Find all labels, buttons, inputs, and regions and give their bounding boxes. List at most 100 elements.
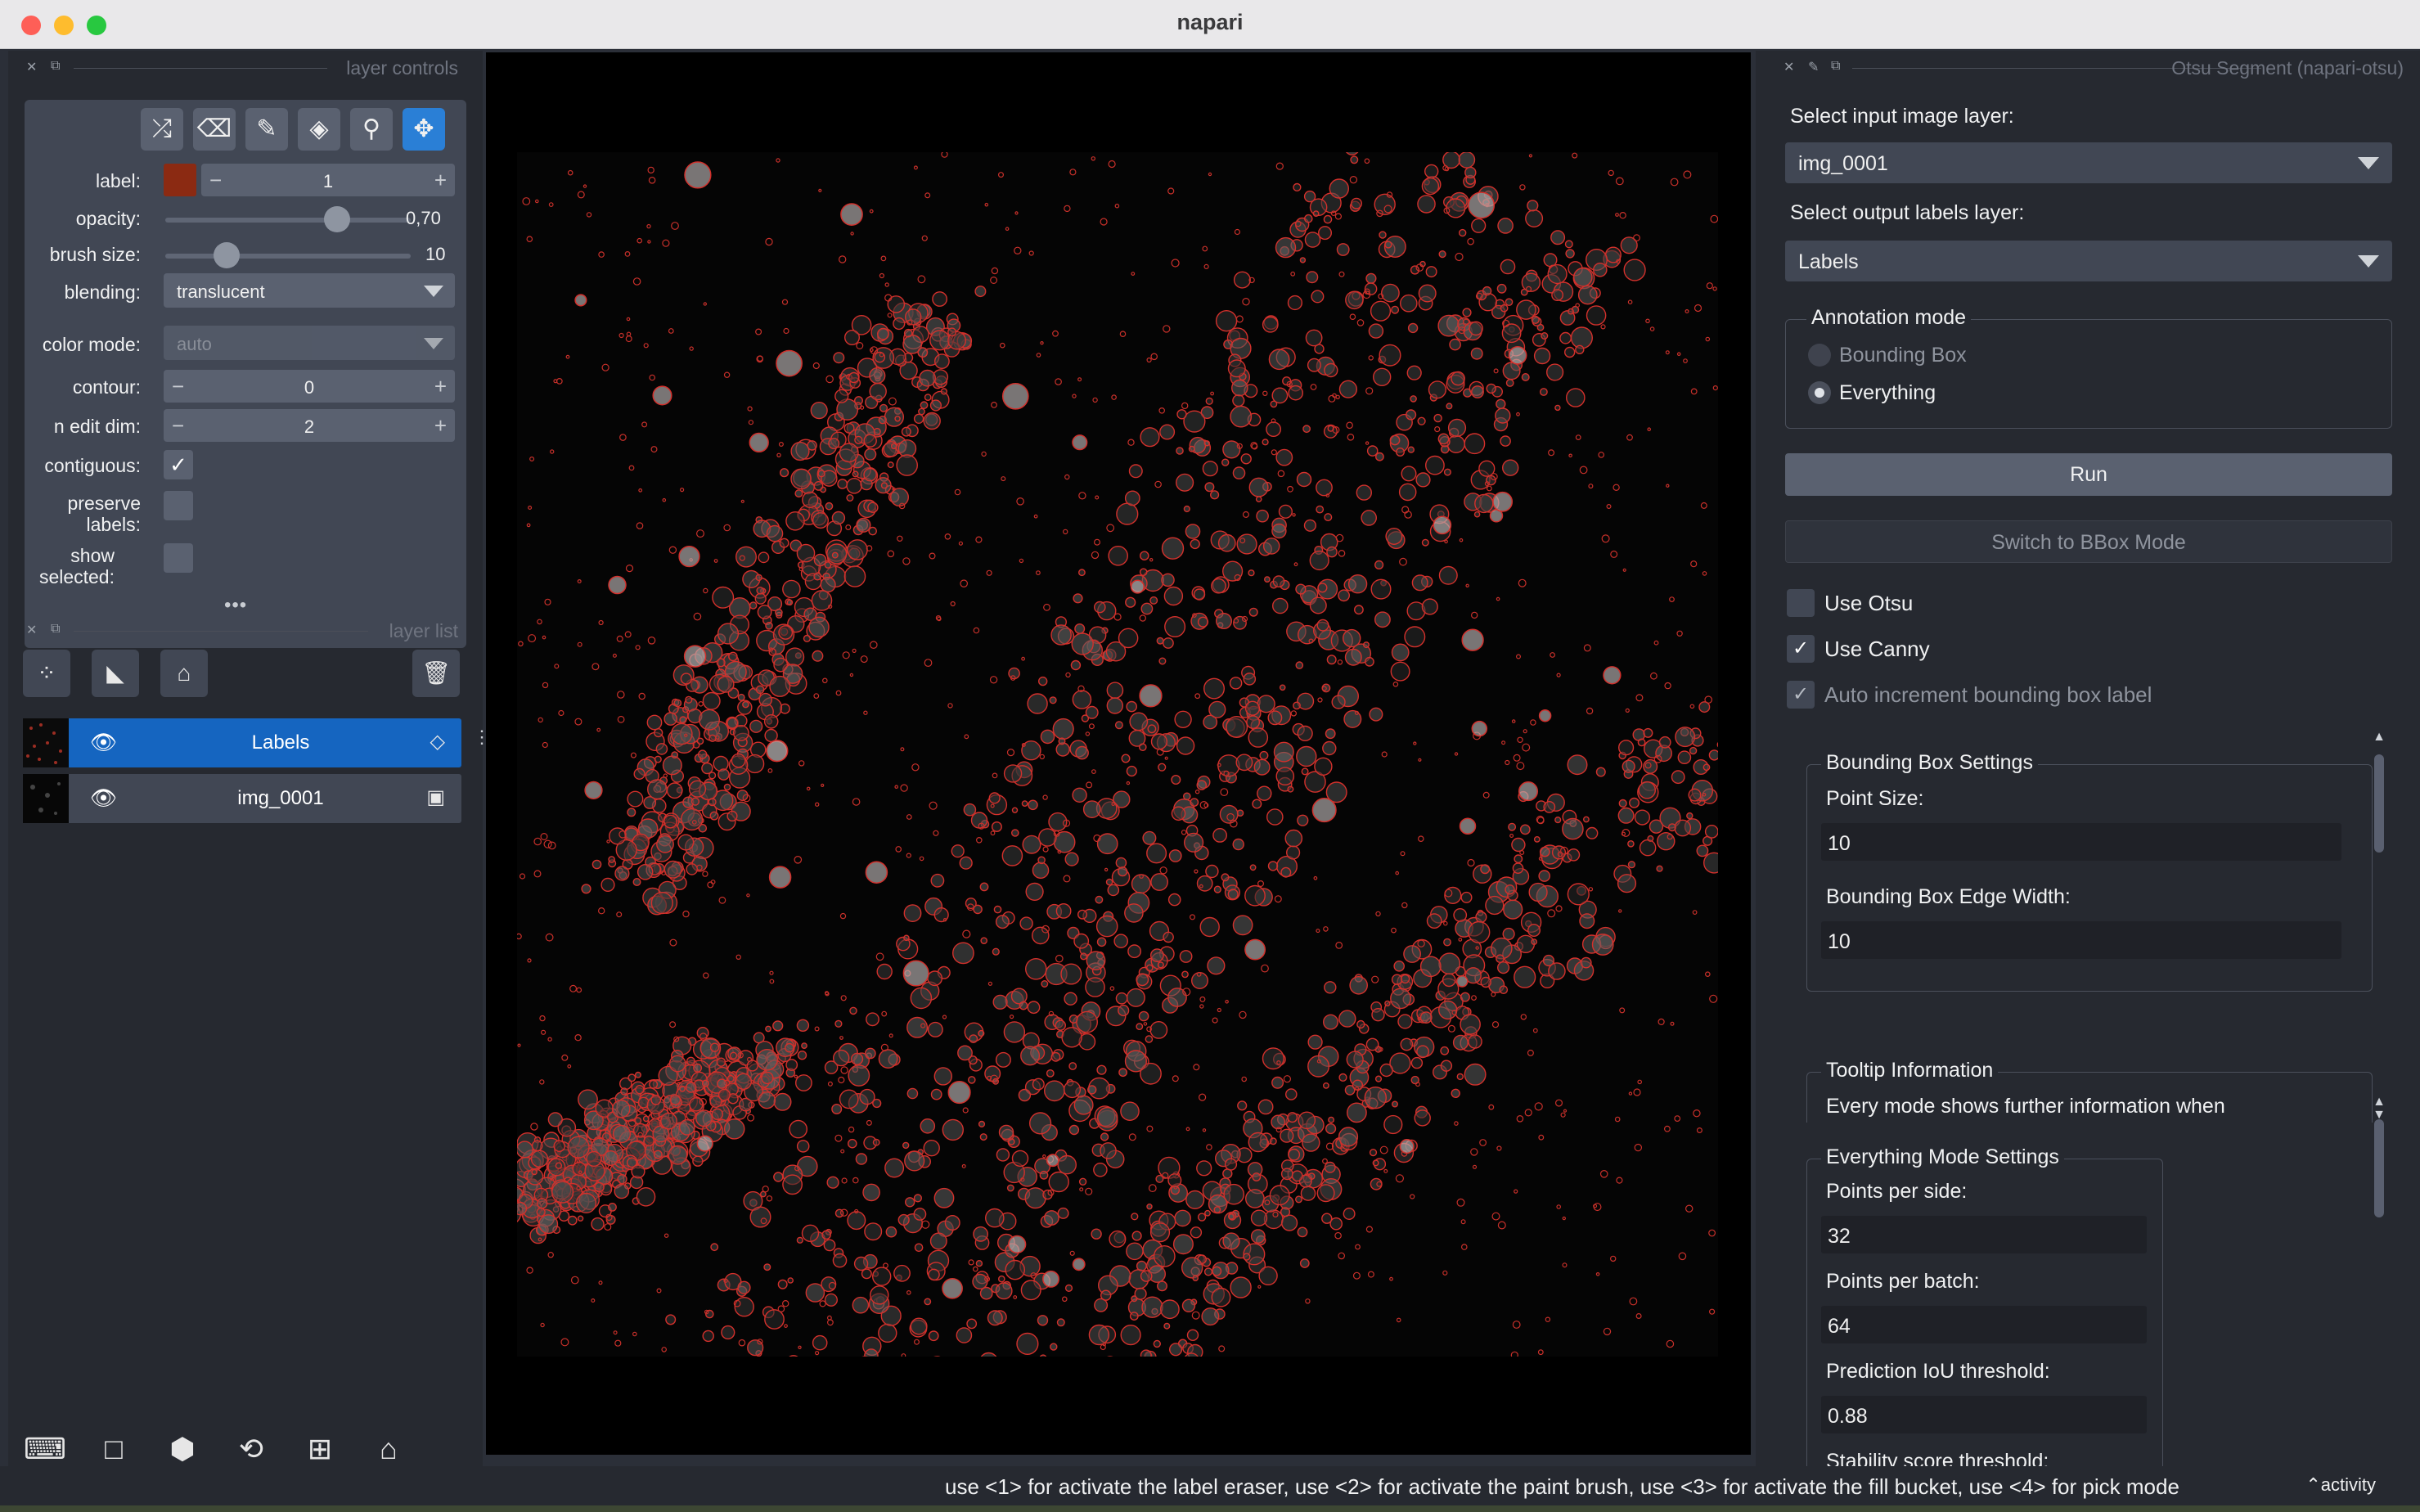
contour-spinbox[interactable]: − 0 +: [164, 370, 455, 403]
float-dock-icon[interactable]: ✎: [1808, 59, 1819, 75]
float-dock-icon[interactable]: ⧉: [51, 622, 60, 637]
chevron-down-icon: [2358, 157, 2379, 169]
scroll-thumb[interactable]: [2374, 754, 2384, 853]
title-bar: napari: [0, 0, 2420, 49]
new-points-layer-button[interactable]: ⁘: [23, 650, 70, 697]
brush-size-slider-handle[interactable]: [214, 242, 240, 268]
points-per-side-field[interactable]: 32: [1821, 1216, 2147, 1253]
float-dock-icon[interactable]: ⧉: [51, 59, 60, 74]
opacity-slider-handle[interactable]: [324, 206, 350, 232]
blending-select[interactable]: translucent: [164, 273, 455, 308]
brush-size-slider[interactable]: [165, 254, 411, 259]
layer-row-img-0001[interactable]: 👁 img_0001 ▣: [23, 774, 461, 823]
input-layer-label: Select input image layer:: [1790, 105, 2014, 128]
iou-threshold-value: 0.88: [1828, 1405, 1868, 1428]
layer-thumbnail: [23, 774, 69, 823]
picker-icon[interactable]: ⚲: [350, 108, 393, 151]
visibility-eye-icon[interactable]: 👁: [90, 730, 117, 755]
show-selected-checkbox[interactable]: [164, 543, 193, 573]
point-size-field[interactable]: 10: [1821, 823, 2341, 861]
brush-icon[interactable]: ✎: [245, 108, 288, 151]
point-size-value: 10: [1828, 832, 1851, 855]
switch-bbox-mode-button[interactable]: Switch to BBox Mode: [1785, 520, 2392, 563]
increment-icon[interactable]: +: [434, 374, 447, 399]
label-color-swatch[interactable]: [164, 164, 196, 196]
eraser-icon[interactable]: ⌫: [193, 108, 236, 151]
visibility-eye-icon[interactable]: 👁: [90, 785, 117, 811]
close-dock-icon[interactable]: ✕: [26, 622, 37, 638]
label-label: label:: [96, 170, 141, 191]
input-layer-select[interactable]: img_0001: [1785, 142, 2392, 183]
new-shapes-layer-button[interactable]: ◣: [92, 650, 139, 697]
label-tag-icon: ◇: [430, 731, 445, 753]
contiguous-checkbox[interactable]: ✓: [164, 450, 193, 479]
edge-width-field[interactable]: 10: [1821, 921, 2341, 959]
close-dock-icon[interactable]: ✕: [26, 59, 37, 75]
image-display[interactable]: [517, 152, 1718, 1357]
everything-settings-scroll-area[interactable]: Everything Mode Settings Points per side…: [1788, 1124, 2369, 1468]
use-otsu-checkbox[interactable]: [1787, 589, 1815, 617]
segmentation-overlay: [517, 152, 1718, 1357]
run-button[interactable]: Run: [1785, 453, 2392, 496]
move-icon[interactable]: ✥: [403, 108, 445, 151]
close-dock-icon[interactable]: ✕: [1784, 59, 1794, 75]
output-layer-select[interactable]: Labels: [1785, 241, 2392, 281]
opacity-label: opacity:: [75, 208, 141, 229]
napari-window: napari ✕ ⧉ layer controls ⤮ ⌫ ✎ ◈ ⚲ ✥ la…: [0, 0, 2420, 1512]
iou-threshold-label: Prediction IoU threshold:: [1826, 1360, 2050, 1383]
scroll-up-icon[interactable]: ▲: [2371, 730, 2387, 745]
points-per-batch-field[interactable]: 64: [1821, 1306, 2147, 1343]
new-labels-layer-button[interactable]: ⌂: [160, 650, 208, 697]
layer-controls-title: layer controls: [346, 57, 458, 79]
points-per-batch-value: 64: [1828, 1315, 1851, 1338]
everything-mode-radio[interactable]: [1808, 381, 1831, 404]
annotation-mode-title: Annotation mode: [1806, 306, 1972, 330]
layer-name: img_0001: [237, 787, 324, 809]
color-mode-label: color mode:: [42, 334, 141, 355]
activity-button[interactable]: ⌃activity: [2305, 1474, 2376, 1496]
left-dock: ✕ ⧉ layer controls ⤮ ⌫ ✎ ◈ ⚲ ✥ label: − …: [8, 51, 491, 1483]
chevron-down-icon: [424, 286, 443, 297]
output-layer-value: Labels: [1798, 250, 1859, 273]
increment-icon[interactable]: +: [434, 413, 447, 439]
viewer-canvas[interactable]: [486, 52, 1751, 1455]
color-mode-select[interactable]: auto: [164, 326, 455, 360]
edge-width-label: Bounding Box Edge Width:: [1826, 885, 2071, 908]
plugin-header: ✕ ✎ ⧉ Otsu Segment (napari-otsu): [1756, 51, 2420, 83]
scroll-up-icon[interactable]: ▲: [2371, 1095, 2387, 1109]
increment-icon[interactable]: +: [434, 168, 447, 193]
use-canny-checkbox[interactable]: ✓: [1787, 635, 1815, 663]
contour-value: 0: [304, 377, 315, 398]
scrollbar[interactable]: ▲ ▼: [2371, 730, 2387, 1123]
brush-size-value: 10: [425, 244, 446, 264]
shuffle-icon[interactable]: ⤮: [141, 108, 183, 151]
preserve-labels-checkbox[interactable]: [164, 491, 193, 520]
point-size-label: Point Size:: [1826, 787, 1924, 810]
label-spinbox[interactable]: − 1 +: [201, 164, 455, 196]
brush-size-label: brush size:: [49, 244, 141, 265]
blending-value: translucent: [177, 281, 265, 302]
scrollbar[interactable]: ▲ ▼: [2371, 1095, 2387, 1491]
bbox-settings-scroll-area[interactable]: Bounding Box Settings Point Size: 10 Bou…: [1788, 730, 2402, 1123]
bbox-mode-radio[interactable]: [1808, 344, 1831, 367]
n-edit-dim-spinbox[interactable]: − 2 +: [164, 409, 455, 442]
opacity-value: 0,70: [406, 208, 441, 228]
delete-layer-button[interactable]: 🗑: [412, 650, 460, 697]
chevron-down-icon: [424, 338, 443, 349]
layer-list-header: ✕ ⧉ layer list: [8, 614, 475, 646]
chevron-down-icon: [2358, 255, 2379, 268]
bbox-settings-title: Bounding Box Settings: [1821, 751, 2038, 775]
bbox-mode-label: Bounding Box: [1839, 344, 1967, 367]
layer-row-labels[interactable]: 👁 Labels ◇: [23, 718, 461, 767]
auto-increment-checkbox[interactable]: ✓: [1787, 681, 1815, 709]
tooltip-title: Tooltip Information: [1821, 1059, 1999, 1082]
fill-bucket-icon[interactable]: ◈: [298, 108, 340, 151]
use-otsu-label: Use Otsu: [1824, 591, 1914, 615]
scroll-thumb[interactable]: [2374, 1119, 2384, 1217]
status-message: use <1> for activate the label eraser, u…: [945, 1474, 2179, 1499]
float-dock-icon[interactable]: ⧉: [1831, 59, 1840, 74]
blending-label: blending:: [64, 281, 141, 303]
opacity-slider[interactable]: [165, 218, 411, 223]
points-per-side-label: Points per side:: [1826, 1180, 1968, 1203]
iou-threshold-field[interactable]: 0.88: [1821, 1396, 2147, 1433]
